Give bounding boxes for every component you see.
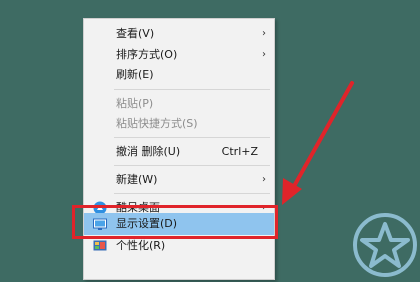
star-watermark-icon — [352, 212, 418, 278]
